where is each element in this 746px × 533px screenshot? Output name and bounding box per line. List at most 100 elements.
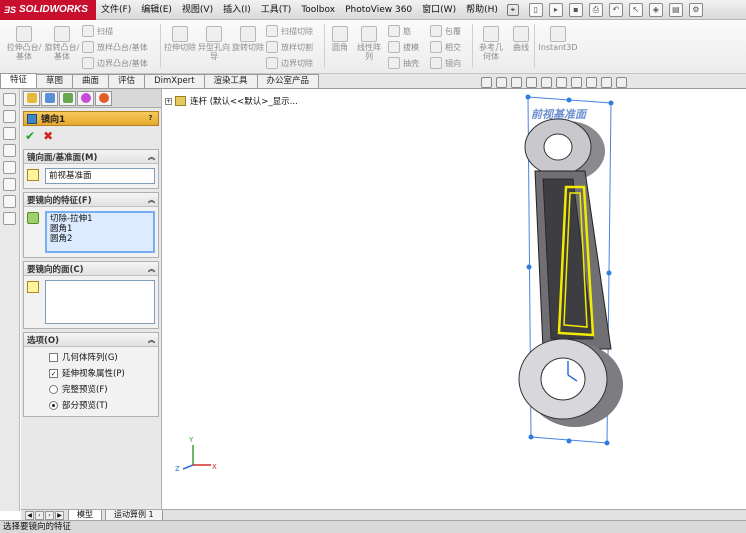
appearance-icon[interactable]: [586, 77, 597, 88]
faces-to-mirror-title[interactable]: 要镜向的面(C) ︽: [24, 262, 158, 276]
display-style-icon[interactable]: [556, 77, 567, 88]
tab-features[interactable]: 特征: [0, 73, 38, 88]
strip-icon[interactable]: [3, 110, 16, 123]
tab-surfaces[interactable]: 曲面: [72, 74, 110, 88]
feature-manager-tab[interactable]: [23, 90, 40, 106]
rib-button[interactable]: 筋: [388, 25, 411, 37]
cancel-button[interactable]: ✖: [43, 129, 53, 143]
ok-button[interactable]: ✔: [25, 129, 35, 143]
loft-boss-button[interactable]: 放样凸台/基体: [82, 41, 148, 53]
list-item[interactable]: 切除-拉伸1: [50, 214, 150, 224]
tab-sketch[interactable]: 草图: [36, 74, 74, 88]
plane-handle[interactable]: [608, 100, 614, 106]
menu-toolbox[interactable]: Toolbox: [296, 0, 340, 20]
fillet-button[interactable]: 圆角: [328, 26, 352, 52]
help-icon[interactable]: ?: [146, 114, 155, 123]
menu-edit[interactable]: 编辑(E): [136, 0, 177, 20]
view-settings-icon[interactable]: [616, 77, 627, 88]
hole-wizard-button[interactable]: 异型孔向导: [198, 26, 230, 61]
options-icon[interactable]: ⚙: [688, 2, 703, 17]
strip-icon[interactable]: [3, 127, 16, 140]
display-manager-tab[interactable]: [95, 90, 112, 106]
new-doc-icon[interactable]: ▯: [528, 2, 543, 17]
dimxpert-manager-tab[interactable]: [77, 90, 94, 106]
geometry-pattern-checkbox[interactable]: [49, 352, 58, 362]
tab-evaluate[interactable]: 评估: [108, 74, 146, 88]
options-title[interactable]: 选项(O) ︽: [24, 333, 158, 347]
swept-cut-button[interactable]: 扫描切除: [266, 25, 313, 37]
collapse-icon[interactable]: ︽: [148, 195, 155, 205]
strip-icon[interactable]: [3, 161, 16, 174]
rebuild-icon[interactable]: ◈: [648, 2, 663, 17]
instant3d-button[interactable]: Instant3D: [538, 26, 578, 52]
collapse-icon[interactable]: ︽: [148, 335, 155, 345]
strip-icon[interactable]: [3, 212, 16, 225]
file-props-icon[interactable]: ▤: [668, 2, 683, 17]
lofted-cut-button[interactable]: 放样切割: [266, 41, 313, 53]
configuration-manager-tab[interactable]: [59, 90, 76, 106]
full-preview-radio[interactable]: [49, 384, 58, 394]
plane-handle[interactable]: [566, 97, 572, 103]
model-canvas[interactable]: Y X Z: [163, 89, 746, 509]
plane-handle[interactable]: [606, 270, 612, 276]
collapse-icon[interactable]: ︽: [148, 152, 155, 162]
extrude-cut-button[interactable]: 拉伸切除: [164, 26, 196, 52]
sweep-button[interactable]: 扫描: [82, 25, 113, 37]
hide-show-icon[interactable]: [571, 77, 582, 88]
solidworks-logo[interactable]: ƎS SOLIDWORKS: [0, 0, 96, 20]
intersect-button[interactable]: 相交: [430, 41, 461, 53]
strip-icon[interactable]: [3, 144, 16, 157]
next-tab-icon[interactable]: ›: [45, 510, 54, 520]
save-icon[interactable]: ▪: [568, 2, 583, 17]
boundary-boss-button[interactable]: 边界凸台/基体: [82, 57, 148, 69]
prev-tab-icon[interactable]: ‹: [35, 510, 44, 520]
strip-icon[interactable]: [3, 178, 16, 191]
features-to-mirror-title[interactable]: 要镜向的特征(F) ︽: [24, 193, 158, 207]
collapse-icon[interactable]: ︽: [148, 264, 155, 274]
select-icon[interactable]: ↖: [628, 2, 643, 17]
propagate-visual-checkbox[interactable]: ✓: [49, 368, 58, 378]
zoom-fit-icon[interactable]: [481, 77, 492, 88]
partial-preview-option[interactable]: 部分预览(T): [24, 397, 158, 413]
propagate-visual-option[interactable]: ✓ 延伸视象属性(P): [24, 365, 158, 381]
mirror-plane-title[interactable]: 镜向面/基准面(M) ︽: [24, 150, 158, 164]
tab-dimxpert[interactable]: DimXpert: [144, 74, 205, 88]
revolve-cut-button[interactable]: 旋转切除: [232, 26, 264, 52]
plane-handle[interactable]: [566, 438, 572, 444]
features-list[interactable]: 切除-拉伸1 圆角1 圆角2: [45, 211, 155, 253]
first-tab-icon[interactable]: ◀: [25, 510, 34, 520]
linear-pattern-button[interactable]: 线性阵列: [355, 26, 383, 61]
mirror-plane-field[interactable]: 前视基准面: [45, 168, 155, 184]
mirror-button[interactable]: 镜向: [430, 57, 461, 69]
previous-view-icon[interactable]: [511, 77, 522, 88]
tab-model[interactable]: 模型: [68, 509, 102, 521]
tab-motion-study[interactable]: 运动算例 1: [105, 509, 163, 521]
scene-icon[interactable]: [601, 77, 612, 88]
menu-help[interactable]: 帮助(H): [461, 0, 503, 20]
full-preview-option[interactable]: 完整预览(F): [24, 381, 158, 397]
geometry-pattern-option[interactable]: 几何体阵列(G): [24, 349, 158, 365]
menu-photoview[interactable]: PhotoView 360: [340, 0, 417, 20]
extrude-boss-button[interactable]: 拉伸凸台/基体: [6, 26, 42, 61]
menu-window[interactable]: 窗口(W): [417, 0, 461, 20]
curves-button[interactable]: 曲线: [510, 26, 532, 52]
pin-icon[interactable]: ⌖: [506, 3, 519, 16]
strip-icon[interactable]: [3, 93, 16, 106]
open-icon[interactable]: ▸: [548, 2, 563, 17]
list-item[interactable]: 圆角2: [50, 234, 150, 244]
plane-handle[interactable]: [525, 94, 531, 100]
menu-tools[interactable]: 工具(T): [256, 0, 297, 20]
last-tab-icon[interactable]: ▶: [55, 510, 64, 520]
list-item[interactable]: 圆角1: [50, 224, 150, 234]
undo-icon[interactable]: ↶: [608, 2, 623, 17]
section-view-icon[interactable]: [526, 77, 537, 88]
plane-handle[interactable]: [528, 434, 534, 440]
zoom-area-icon[interactable]: [496, 77, 507, 88]
faces-list[interactable]: [45, 280, 155, 324]
ref-geometry-button[interactable]: 参考几何体: [476, 26, 506, 61]
partial-preview-radio[interactable]: [49, 400, 58, 410]
menu-file[interactable]: 文件(F): [96, 0, 136, 20]
plane-handle[interactable]: [604, 440, 610, 446]
draft-button[interactable]: 拔模: [388, 41, 419, 53]
wrap-button[interactable]: 包覆: [430, 25, 461, 37]
